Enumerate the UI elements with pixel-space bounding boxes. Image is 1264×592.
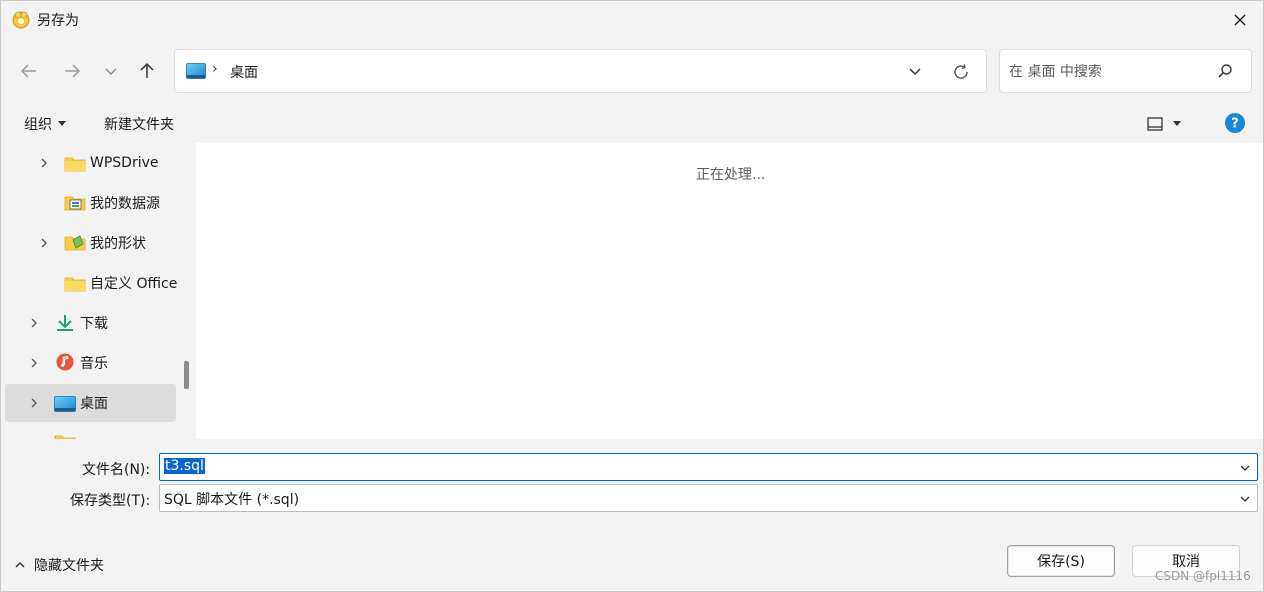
caret-down-icon [1173, 121, 1181, 126]
save-as-dialog: 另存为 › 桌面 在 桌面 中搜索 组织 新建文件夹 ? WPSDrive 我的… [0, 0, 1264, 592]
close-icon [1234, 14, 1246, 26]
filetype-select[interactable]: SQL 脚本文件 (*.sql) [159, 484, 1258, 512]
tree-item-wpsdrive[interactable]: WPSDrive [5, 144, 176, 182]
chevron-up-icon [15, 561, 25, 568]
folder-icon [64, 157, 86, 172]
breadcrumb-desktop[interactable]: 桌面 [230, 62, 258, 82]
arrow-right-icon [65, 64, 81, 78]
chevron-down-icon[interactable] [1238, 492, 1252, 506]
back-button[interactable] [13, 55, 45, 87]
view-pane-icon [1147, 117, 1163, 131]
title-bar: 另存为 [1, 1, 1263, 39]
chevron-right-icon[interactable] [28, 357, 40, 369]
chevron-right-icon[interactable] [38, 237, 50, 249]
tree-item-label: WPSDrive [90, 155, 159, 171]
filetype-value: SQL 脚本文件 (*.sql) [164, 492, 300, 508]
hide-folders-label: 隐藏文件夹 [34, 558, 104, 574]
dialog-title: 另存为 [37, 13, 79, 29]
shapes-icon [64, 235, 86, 251]
close-button[interactable] [1217, 1, 1263, 39]
breadcrumb-separator: › [212, 61, 218, 77]
data-source-icon [64, 196, 86, 211]
filetype-label: 保存类型(T): [70, 493, 151, 509]
music-icon [56, 353, 74, 371]
save-fields: 文件名(N): t3.sql 保存类型(T): SQL 脚本文件 (*.sql) [1, 439, 1263, 521]
hide-folders-toggle[interactable]: 隐藏文件夹 [14, 555, 104, 575]
chevron-down-icon [105, 68, 117, 75]
watermark: CSDN @fpl1116 [1155, 569, 1251, 583]
tree-item-label: 音乐 [80, 356, 108, 372]
tree-item-custom-office[interactable]: 自定义 Office [5, 264, 178, 302]
organize-label: 组织 [24, 117, 52, 133]
desktop-icon [54, 396, 76, 412]
tree-item-shapes[interactable]: 我的形状 [5, 224, 176, 262]
tree-item-label: 自定义 Office [90, 276, 178, 292]
desktop-icon [186, 63, 206, 79]
tree-item-label: 桌面 [80, 396, 108, 412]
caret-down-icon [58, 121, 66, 126]
app-icon [12, 11, 30, 29]
tree-item-label: 下载 [80, 316, 108, 332]
navigation-pane[interactable]: WPSDrive 我的数据源 我的形状 自定义 Office 下载 音乐 桌面 [1, 143, 196, 439]
chevron-right-icon[interactable] [38, 157, 50, 169]
recent-locations-button[interactable] [95, 55, 127, 87]
arrow-up-icon [140, 62, 154, 78]
dialog-footer: 隐藏文件夹 保存(S) 取消 CSDN @fpl1116 [1, 521, 1263, 591]
tree-item-data-sources[interactable]: 我的数据源 [5, 184, 176, 222]
tree-item-label: 我的形状 [90, 236, 146, 252]
search-input[interactable] [1009, 61, 1209, 83]
change-view-button[interactable] [1147, 113, 1193, 135]
file-list[interactable]: 正在处理... [196, 143, 1263, 439]
svg-text:?: ? [1231, 117, 1239, 132]
new-folder-button[interactable]: 新建文件夹 [104, 114, 174, 134]
tree-item-desktop[interactable]: 桌面 [5, 384, 176, 422]
chevron-down-icon[interactable] [1238, 461, 1252, 475]
save-button[interactable]: 保存(S) [1007, 545, 1115, 577]
refresh-button[interactable] [949, 60, 973, 84]
chevron-down-icon [909, 68, 921, 75]
navigation-bar: › 桌面 [1, 39, 1263, 103]
organize-button[interactable]: 组织 [24, 114, 66, 134]
search-icon [1218, 64, 1232, 78]
search-box [999, 49, 1252, 93]
address-history-button[interactable] [903, 61, 927, 83]
address-bar[interactable]: › 桌面 [174, 49, 987, 93]
folder-icon [64, 277, 86, 292]
chevron-right-icon[interactable] [28, 397, 40, 409]
tree-item-music[interactable]: 音乐 [5, 344, 176, 382]
forward-button[interactable] [56, 55, 88, 87]
tree-item-label: 我的数据源 [90, 196, 160, 212]
tree-scrollbar-thumb[interactable] [184, 361, 189, 389]
help-icon[interactable]: ? [1224, 112, 1246, 134]
download-icon [57, 315, 73, 331]
chevron-right-icon[interactable] [28, 317, 40, 329]
command-bar: 组织 新建文件夹 ? [1, 103, 1263, 143]
filename-label: 文件名(N): [82, 462, 151, 478]
refresh-icon [954, 64, 968, 79]
tree-item-downloads[interactable]: 下载 [5, 304, 176, 342]
up-button[interactable] [131, 55, 163, 87]
filename-combobox[interactable]: t3.sql [159, 453, 1258, 481]
arrow-left-icon [20, 64, 36, 78]
filename-input[interactable]: t3.sql [164, 458, 205, 474]
processing-status: 正在处理... [696, 167, 766, 183]
